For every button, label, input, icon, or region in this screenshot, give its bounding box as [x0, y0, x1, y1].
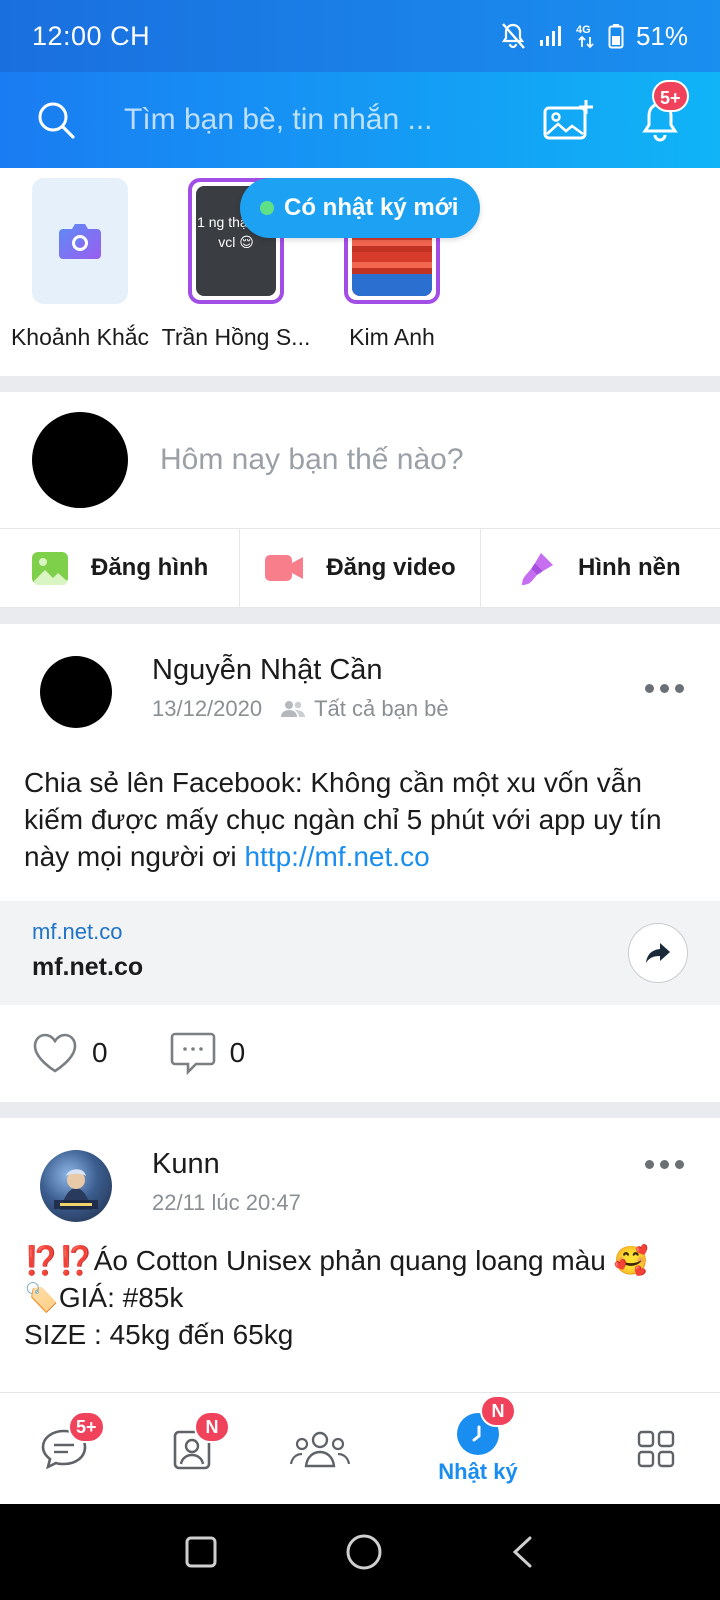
link-preview-url: mf.net.co: [32, 919, 123, 944]
add-photo-button[interactable]: [538, 90, 598, 150]
post-composer: Hôm nay bạn thế nào? Đăng hình Đăng vide…: [0, 392, 720, 608]
grid-icon: [637, 1430, 675, 1468]
post-video-button[interactable]: Đăng video: [239, 529, 479, 607]
post-text: ⁉️⁉️Áo Cotton Unisex phản quang loang mà…: [0, 1242, 720, 1353]
post-date: 22/11 lúc 20:47: [152, 1190, 301, 1215]
status-icons: 4G 51%: [500, 21, 688, 52]
video-icon: [265, 555, 304, 581]
moments-thumb: [32, 178, 128, 304]
nav-groups[interactable]: [260, 1393, 380, 1505]
action-label: Đăng hình: [91, 554, 209, 581]
share-arrow-icon: [646, 943, 670, 963]
post-text: Chia sẻ lên Facebook: Không cần một xu v…: [0, 764, 720, 875]
share-button[interactable]: [628, 923, 688, 983]
audience-label: Tất cả bạn bè: [314, 696, 449, 721]
friends-icon: [281, 701, 306, 717]
brush-icon: [521, 553, 553, 585]
story-name: Trần Hồng S...: [161, 324, 311, 350]
heart-icon: [33, 1033, 77, 1073]
story-name: Khoảnh Khắc: [10, 324, 150, 350]
post-meta: 22/11 lúc 20:47: [152, 1190, 301, 1216]
post-photo-button[interactable]: Đăng hình: [0, 529, 239, 607]
diary-badge: N: [480, 1395, 516, 1427]
nav-messages[interactable]: 5+: [4, 1393, 124, 1505]
nav-diary[interactable]: Nhật ký N: [418, 1393, 538, 1505]
like-count: 0: [92, 1037, 108, 1068]
battery-icon: [608, 24, 624, 49]
more-options-button[interactable]: [645, 684, 684, 693]
post-header: Nguyễn Nhật Cần 13/12/2020 Tất cả bạn bè: [0, 624, 720, 764]
bottom-nav: 5+ N Nhật ký N: [0, 1392, 720, 1504]
notifications-button[interactable]: 5+: [630, 80, 690, 150]
feed-post: Kunn 22/11 lúc 20:47 ⁉️⁉️Áo Cotton Unise…: [0, 1118, 720, 1392]
new-diary-label: Có nhật ký mới: [284, 194, 459, 221]
author-avatar[interactable]: [40, 1150, 112, 1222]
status-time: 12:00 CH: [32, 20, 151, 51]
online-dot: [260, 201, 274, 215]
post-line: SIZE : 45kg đến 65kg: [24, 1319, 294, 1350]
post-header: Kunn 22/11 lúc 20:47: [0, 1118, 720, 1242]
post-audience: Tất cả bạn bè: [280, 696, 449, 722]
composer-row[interactable]: Hôm nay bạn thế nào?: [0, 392, 720, 528]
new-diary-pill[interactable]: Có nhật ký mới: [240, 178, 481, 238]
post-date: 13/12/2020: [152, 696, 263, 721]
story-name: Kim Anh: [349, 324, 435, 350]
status-bar: 12:00 CH 4G 51%: [0, 0, 720, 72]
story-moments[interactable]: Khoảnh Khắc: [0, 178, 160, 351]
bell-off-icon: [501, 23, 525, 49]
search-input[interactable]: [124, 103, 538, 137]
comment-icon: [170, 1032, 215, 1075]
nav-more[interactable]: [596, 1393, 716, 1505]
back-icon[interactable]: [510, 1535, 536, 1569]
action-label: Hình nền: [577, 554, 681, 581]
post-link[interactable]: http://mf.net.co: [244, 841, 429, 872]
image-plus-icon: [543, 100, 593, 140]
groups-icon: [289, 1431, 351, 1468]
system-navigation-bar: [0, 1504, 720, 1600]
post-meta: 13/12/2020 Tất cả bạn bè: [152, 696, 449, 722]
comment-count: 0: [229, 1037, 246, 1068]
app-header: 5+: [0, 72, 720, 168]
camera-icon: [59, 224, 101, 259]
more-options-button[interactable]: [645, 1160, 684, 1169]
search-icon[interactable]: [36, 100, 76, 140]
author-avatar[interactable]: [40, 656, 112, 728]
messages-badge: 5+: [68, 1411, 105, 1443]
game-avatar-icon: [54, 1169, 98, 1210]
nav-contacts[interactable]: N: [132, 1393, 252, 1505]
link-preview[interactable]: mf.net.co mf.net.co: [0, 901, 720, 1005]
post-author[interactable]: Nguyễn Nhật Cần: [152, 654, 383, 687]
battery-level: 51%: [635, 20, 688, 51]
network-4g-icon: 4G: [576, 24, 594, 49]
post-author[interactable]: Kunn: [152, 1148, 220, 1181]
feed-post: Nguyễn Nhật Cần 13/12/2020 Tất cả bạn bè…: [0, 624, 720, 1102]
svg-text:4G: 4G: [576, 24, 591, 36]
home-icon[interactable]: [345, 1533, 383, 1571]
like-button[interactable]: 0: [32, 1032, 108, 1074]
recent-apps-icon[interactable]: [184, 1535, 218, 1569]
action-label: Đăng video: [326, 554, 456, 581]
notification-badge: 5+: [652, 80, 689, 112]
comment-button[interactable]: 0: [170, 1031, 246, 1075]
photo-icon: [32, 552, 68, 585]
post-line: ⁉️⁉️Áo Cotton Unisex phản quang loang mà…: [24, 1245, 649, 1276]
composer-actions: Đăng hình Đăng video Hình nền: [0, 528, 720, 608]
background-button[interactable]: Hình nền: [479, 529, 720, 607]
link-preview-title: mf.net.co: [32, 953, 144, 981]
my-avatar[interactable]: [32, 412, 128, 508]
signal-icon: [539, 26, 561, 46]
composer-prompt[interactable]: Hôm nay bạn thế nào?: [160, 443, 464, 477]
nav-diary-label: Nhật ký: [438, 1459, 518, 1484]
contacts-badge: N: [194, 1411, 230, 1443]
reaction-bar: 0 0: [0, 1005, 720, 1101]
post-line: 🏷️GIÁ: #85k: [24, 1282, 184, 1313]
